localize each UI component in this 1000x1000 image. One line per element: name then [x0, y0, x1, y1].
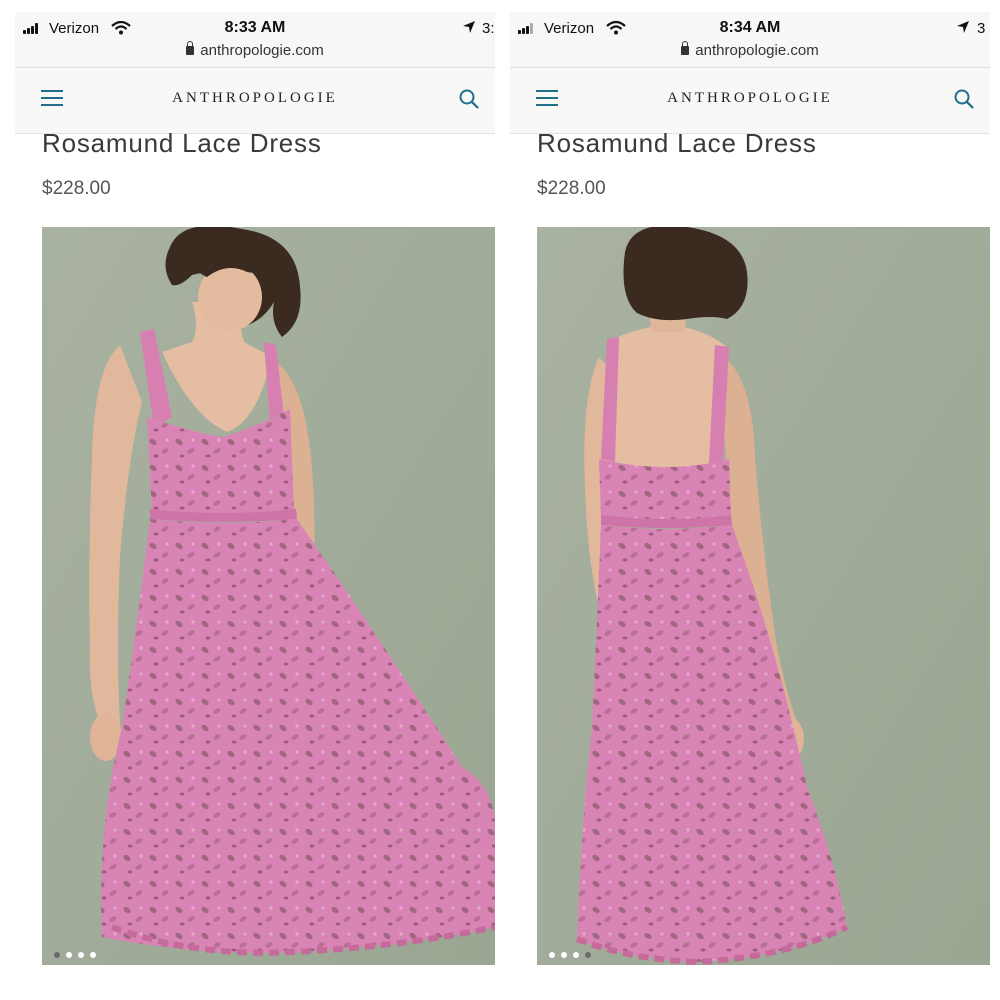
search-icon[interactable]	[458, 88, 480, 110]
carousel-dot[interactable]	[66, 952, 72, 958]
address-bar[interactable]: anthropologie.com	[15, 41, 495, 59]
screenshot-panel-right: Verizon 8:34 AM anthropologie.com 3 ANTH…	[510, 12, 990, 978]
location-arrow-icon	[463, 21, 475, 33]
screenshot-panel-left: Verizon 8:33 AM anthropologie.com 3: ANT…	[15, 12, 495, 978]
clock-time: 8:33 AM	[224, 19, 286, 36]
status-bar: Verizon 8:34 AM anthropologie.com 3	[510, 12, 990, 68]
product-title: Rosamund Lace Dress	[537, 128, 817, 158]
carousel-indicator[interactable]	[54, 945, 102, 958]
site-header: ANTHROPOLOGIE	[15, 68, 495, 134]
product-title: Rosamund Lace Dress	[42, 128, 322, 158]
product-price: $228.00	[537, 178, 606, 199]
battery-percent: 3	[977, 20, 986, 37]
status-bar: Verizon 8:33 AM anthropologie.com 3:	[15, 12, 495, 68]
product-price: $228.00	[42, 178, 111, 199]
clock-time: 8:34 AM	[719, 19, 781, 36]
address-bar[interactable]: anthropologie.com	[510, 41, 990, 59]
carousel-dot[interactable]	[573, 952, 579, 958]
lock-icon	[681, 41, 690, 55]
brand-logo[interactable]: ANTHROPOLOGIE	[15, 90, 495, 107]
carousel-dot[interactable]	[78, 952, 84, 958]
site-header: ANTHROPOLOGIE	[510, 68, 990, 134]
battery-percent: 3:	[482, 20, 495, 37]
brand-logo[interactable]: ANTHROPOLOGIE	[510, 90, 990, 107]
carousel-dot[interactable]	[54, 952, 60, 958]
url-text: anthropologie.com	[695, 42, 819, 59]
product-image-back[interactable]	[537, 227, 990, 965]
carousel-dot[interactable]	[90, 952, 96, 958]
search-icon[interactable]	[953, 88, 975, 110]
carousel-indicator[interactable]	[549, 945, 597, 958]
lock-icon	[186, 41, 195, 55]
product-image-front[interactable]	[42, 227, 495, 965]
url-text: anthropologie.com	[200, 42, 324, 59]
carousel-dot[interactable]	[549, 952, 555, 958]
carousel-dot[interactable]	[585, 952, 591, 958]
carousel-dot[interactable]	[561, 952, 567, 958]
location-arrow-icon	[957, 21, 969, 33]
